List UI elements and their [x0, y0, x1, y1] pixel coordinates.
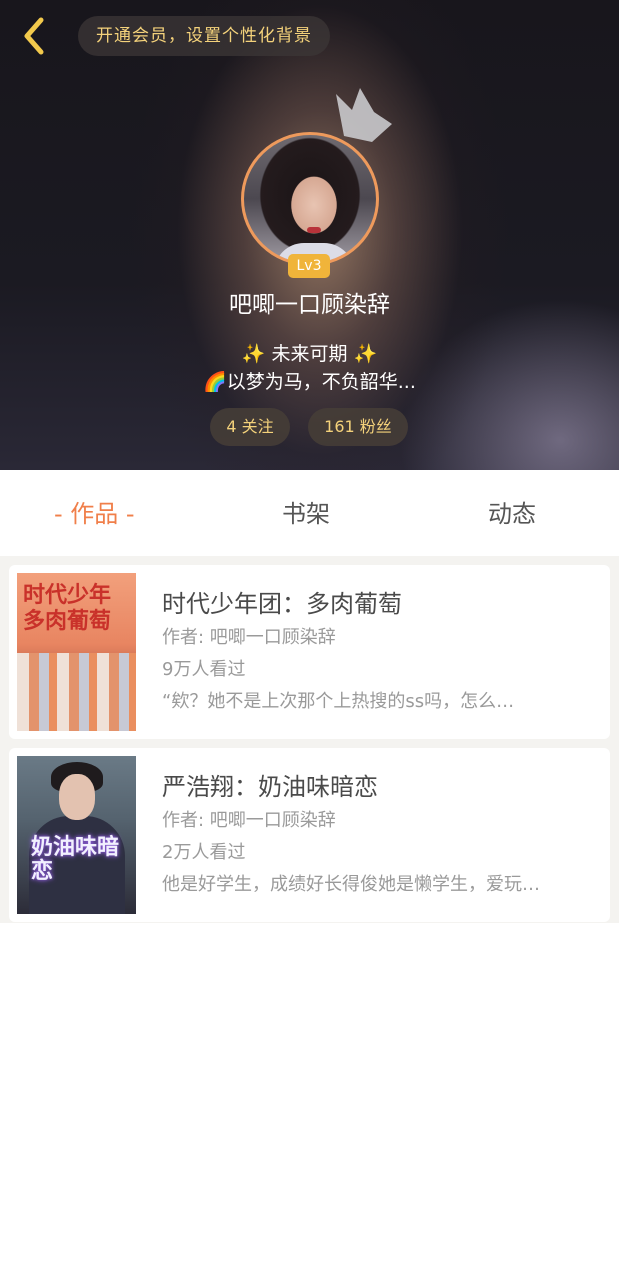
work-author: 作者: 吧唧一口顾染辞 [162, 627, 336, 648]
tab-activity[interactable]: 动态 [488, 498, 536, 530]
profile-tabs: - 作品 - 书架 动态 [0, 470, 619, 556]
bio-line-1: ✨ 未来可期 ✨ [0, 340, 619, 368]
work-description: 他是好学生，成绩好长得俊她是懒学生，爱玩… [162, 874, 540, 895]
tab-works[interactable]: - 作品 - [54, 498, 135, 530]
work-card[interactable]: 奶油味暗恋 严浩翔：奶油味暗恋 作者: 吧唧一口顾染辞 2万人看过 他是好学生，… [9, 748, 610, 922]
tab-bookshelf[interactable]: 书架 [282, 498, 330, 530]
book-cover: 奶油味暗恋 [17, 756, 136, 914]
rainbow-icon: 🌈 [203, 371, 227, 393]
username: 吧唧一口顾染辞 [229, 292, 390, 318]
work-views: 2万人看过 [162, 842, 246, 863]
fans-count[interactable]: 161 粉丝 [308, 408, 408, 446]
cover-title: 时代少年 多肉葡萄 [23, 583, 112, 634]
back-chevron-icon [24, 17, 44, 55]
work-author: 作者: 吧唧一口顾染辞 [162, 810, 336, 831]
bio-line-2: 🌈以梦为马，不负韶华... [0, 368, 619, 396]
book-cover: 时代少年 多肉葡萄 [17, 573, 136, 731]
sparkle-icon: ✨ [241, 343, 266, 365]
bio-line-1-text: 未来可期 [271, 343, 348, 365]
work-title: 严浩翔：奶油味暗恋 [162, 773, 378, 801]
work-views: 9万人看过 [162, 659, 246, 680]
work-card[interactable]: 时代少年 多肉葡萄 时代少年团：多肉葡萄 作者: 吧唧一口顾染辞 9万人看过 “… [9, 565, 610, 739]
work-description: “欸？她不是上次那个上热搜的ss吗，怎么… [162, 691, 515, 712]
sparkle-icon: ✨ [353, 343, 378, 365]
profile-header: 开通会员，设置个性化背景 Lv3 吧唧一口顾染辞 ✨ 未来可期 ✨ 🌈以梦为马，… [0, 0, 619, 470]
avatar[interactable] [241, 132, 379, 266]
bio-line-2-text: 以梦为马，不负韶华... [226, 371, 416, 393]
work-title: 时代少年团：多肉葡萄 [162, 590, 402, 618]
following-count[interactable]: 4 关注 [210, 408, 290, 446]
cover-title: 奶油味暗恋 [31, 835, 120, 884]
back-button[interactable] [14, 14, 54, 58]
level-badge: Lv3 [288, 254, 330, 278]
vip-background-prompt[interactable]: 开通会员，设置个性化背景 [78, 16, 330, 56]
